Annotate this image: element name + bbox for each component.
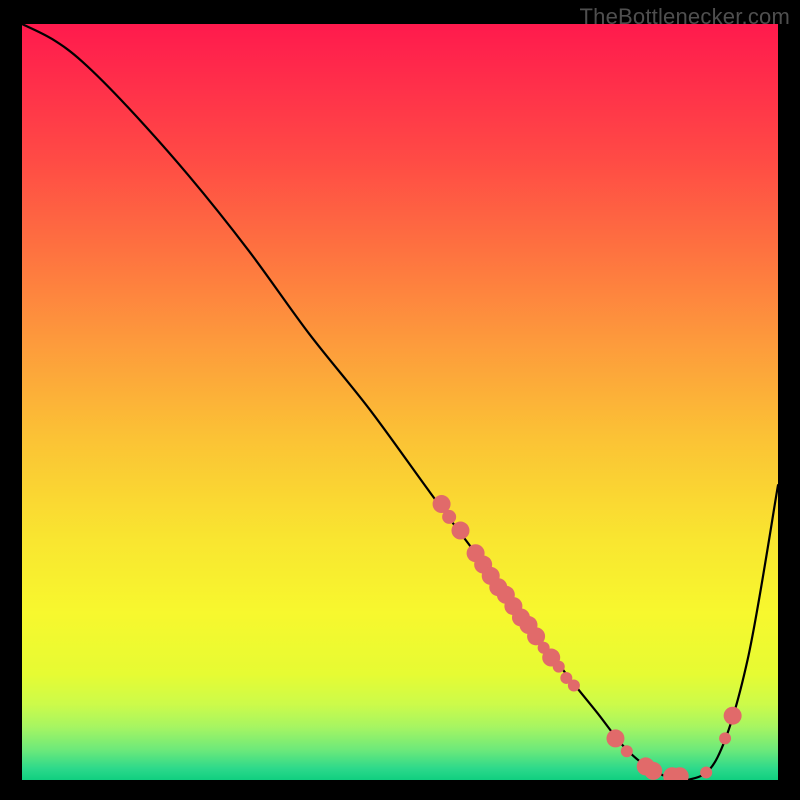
highlight-dot [724, 707, 742, 725]
highlight-dot [442, 510, 456, 524]
highlight-dots [433, 495, 742, 780]
plot-frame [20, 22, 780, 782]
highlight-dot [719, 732, 731, 744]
highlight-dot [700, 766, 712, 778]
curve-line [22, 24, 778, 780]
highlight-dot [568, 680, 580, 692]
highlight-dot [451, 522, 469, 540]
highlight-dot [606, 729, 624, 747]
chart-canvas: TheBottlenecker.com [0, 0, 800, 800]
highlight-dot [644, 762, 662, 780]
highlight-dot [621, 745, 633, 757]
watermark-text: TheBottlenecker.com [580, 4, 790, 30]
highlight-dot [553, 661, 565, 673]
chart-svg [22, 24, 778, 780]
